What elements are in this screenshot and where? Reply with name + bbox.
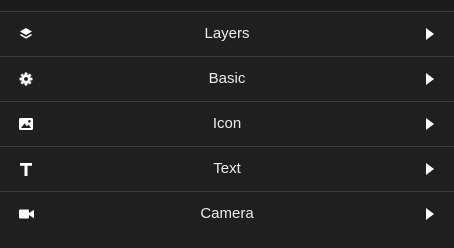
menu-item-layers[interactable]: Layers: [0, 11, 454, 56]
menu-item-label: Icon: [212, 115, 242, 132]
chevron-right-icon: [426, 28, 434, 40]
menu-item-label: Basic: [208, 70, 246, 87]
chevron-right-icon: [426, 163, 434, 175]
menu-item-label: Text: [213, 160, 241, 177]
menu-item-camera[interactable]: Camera: [0, 191, 454, 236]
chevron-right-icon: [426, 118, 434, 130]
menu-item-label: Camera: [200, 205, 254, 222]
menu-item-label: Layers: [204, 25, 250, 42]
menu-item-basic[interactable]: Basic: [0, 56, 454, 101]
panel-top-strip: [0, 0, 454, 11]
menu-item-text[interactable]: Text: [0, 146, 454, 191]
chevron-right-icon: [426, 73, 434, 85]
settings-menu-panel: Layers Basic Icon Text Camera: [0, 0, 454, 248]
chevron-right-icon: [426, 208, 434, 220]
panel-bottom-strip: [0, 236, 454, 238]
menu-item-icon[interactable]: Icon: [0, 101, 454, 146]
